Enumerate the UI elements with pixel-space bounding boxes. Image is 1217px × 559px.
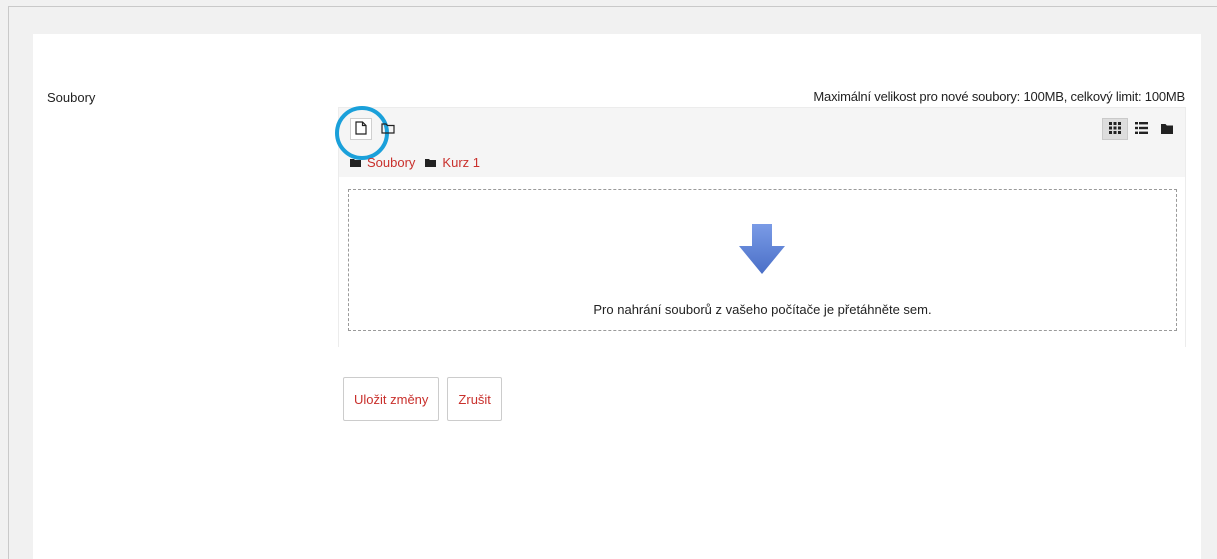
file-manager: Soubory Kurz 1 Pro nahrání souborů z vaš… bbox=[335, 106, 1186, 347]
file-content-area: Pro nahrání souborů z vašeho počítače je… bbox=[339, 177, 1185, 347]
view-icons-icon bbox=[1109, 121, 1121, 137]
create-folder-button[interactable] bbox=[377, 118, 399, 140]
drop-zone[interactable]: Pro nahrání souborů z vašeho počítače je… bbox=[348, 189, 1177, 331]
breadcrumb: Soubory Kurz 1 bbox=[350, 155, 480, 170]
folder-icon bbox=[350, 155, 361, 170]
file-icon bbox=[355, 120, 367, 138]
breadcrumb-item-course[interactable]: Kurz 1 bbox=[442, 155, 480, 170]
add-file-button[interactable] bbox=[335, 106, 389, 160]
view-list-icon bbox=[1134, 121, 1148, 137]
save-changes-button[interactable]: Uložit změny bbox=[343, 377, 440, 421]
cancel-button[interactable]: Zrušit bbox=[447, 377, 502, 421]
view-switcher bbox=[1102, 118, 1180, 140]
view-list-button[interactable] bbox=[1128, 118, 1154, 140]
breadcrumb-item-files[interactable]: Soubory bbox=[367, 155, 415, 170]
arrow-down-icon bbox=[739, 224, 785, 277]
view-tree-button[interactable] bbox=[1154, 118, 1180, 140]
view-tree-icon bbox=[1161, 122, 1173, 137]
folder-icon bbox=[425, 155, 437, 170]
form-panel: Soubory Maximální velikost pro nové soub… bbox=[33, 34, 1201, 559]
drop-instructions: Pro nahrání souborů z vašeho počítače je… bbox=[593, 302, 932, 317]
view-icons-button[interactable] bbox=[1102, 118, 1128, 140]
upload-limit-text: Maximální velikost pro nové soubory: 100… bbox=[813, 89, 1185, 104]
folder-outline-icon bbox=[381, 122, 395, 137]
form-actions: Uložit změny Zrušit bbox=[343, 377, 502, 421]
field-label-files: Soubory bbox=[47, 90, 96, 105]
